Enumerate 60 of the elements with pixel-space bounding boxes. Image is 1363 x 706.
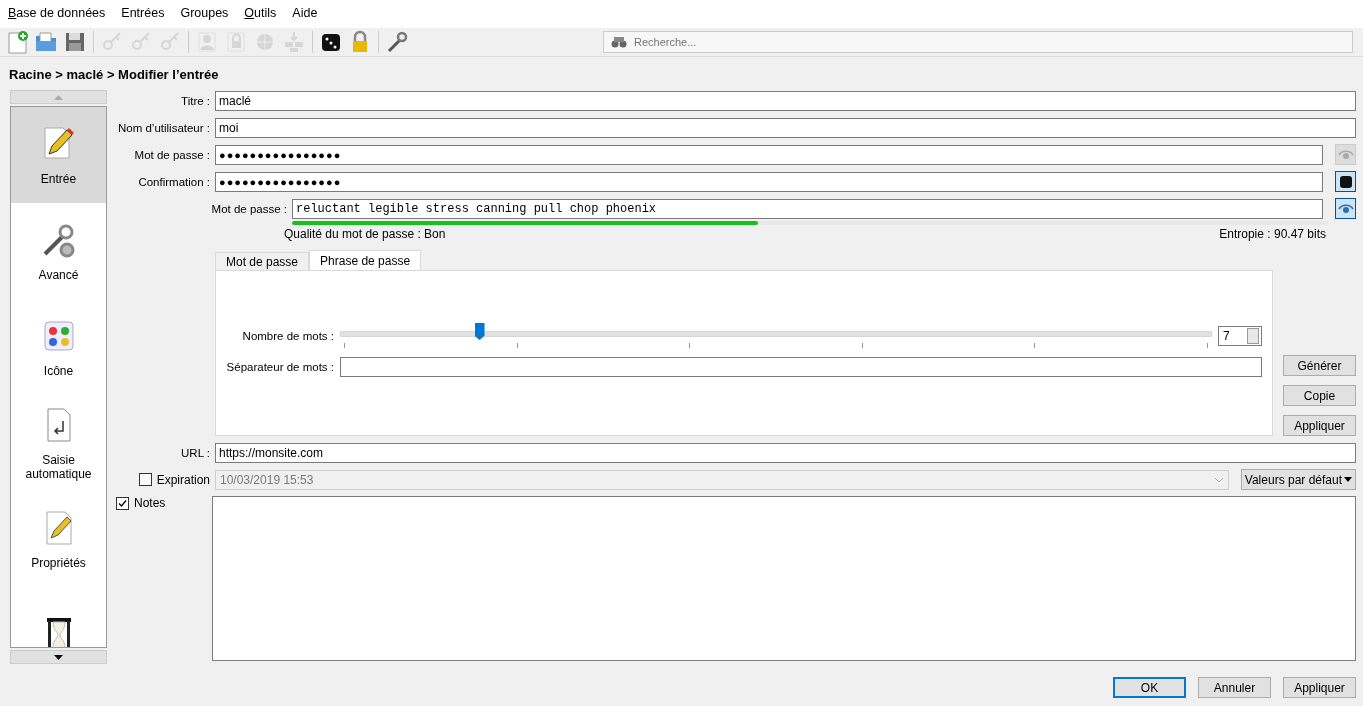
binoculars-icon <box>611 36 627 48</box>
field-label: Nom d’utilisateur : <box>116 121 210 134</box>
passphrase-field[interactable]: reluctant legible stress canning pull chop phoenix <box>292 198 1323 219</box>
tab[interactable]: Mot de passe <box>215 252 310 270</box>
action-button[interactable]: Appliquer <box>1283 415 1356 436</box>
caret-icon <box>1344 477 1352 482</box>
menu-item[interactable]: Groupes <box>180 6 229 24</box>
sidebar-item[interactable]: Icône <box>11 299 106 395</box>
text-field[interactable]: maclé <box>215 90 1356 111</box>
sidebar-item[interactable]: Saisie automatique <box>11 395 106 491</box>
number-field[interactable]: 7 <box>1218 326 1262 346</box>
slider-thumb[interactable] <box>474 323 485 340</box>
menu-item[interactable]: Aide <box>292 6 318 24</box>
date-field[interactable]: 10/03/2019 15:53 <box>215 469 1229 490</box>
field-label: URL : <box>180 446 210 459</box>
sidebar-label: Entrée <box>40 172 77 186</box>
sidebar-label: Saisie automatique <box>24 453 93 481</box>
field-label: Séparateur de mots : <box>226 361 334 373</box>
field-label: Confirmation : <box>137 175 210 188</box>
eye-icon <box>1337 202 1354 215</box>
presets-dropdown[interactable]: Valeurs par défaut <box>1240 469 1356 490</box>
action-button[interactable]: Générer <box>1283 355 1356 376</box>
eye-icon <box>1337 148 1354 161</box>
breadcrumb: Racine > maclé > Modifier l’entrée <box>8 66 220 84</box>
show-password-button[interactable] <box>1335 198 1356 219</box>
tab[interactable]: Phrase de passe <box>309 250 422 270</box>
sidebar-item[interactable]: Avancé <box>11 203 106 299</box>
generate-button[interactable] <box>1335 171 1356 192</box>
menu-item[interactable]: Base de données <box>8 6 106 24</box>
sidebar-label: Propriétés <box>31 556 86 570</box>
up-arrow-icon <box>54 94 63 100</box>
down-arrow-icon <box>54 654 63 660</box>
dialog-button[interactable]: OK <box>1113 677 1186 698</box>
field-label: Titre : <box>180 94 210 107</box>
text-field[interactable]: https://monsite.com <box>215 442 1356 463</box>
search-field[interactable]: Recherche... <box>603 31 1353 53</box>
dice-icon <box>1338 174 1353 189</box>
sidebar-item[interactable]: Entrée <box>11 107 106 203</box>
field-label: Mot de passe : <box>133 148 210 161</box>
separator-field[interactable] <box>340 357 1262 377</box>
text-field[interactable]: moi <box>215 117 1356 138</box>
menu-item[interactable]: Entrées <box>121 6 165 24</box>
menu-item[interactable]: Outils <box>244 6 277 24</box>
notes-field[interactable] <box>212 496 1356 661</box>
field-label: Nombre de mots : <box>241 330 334 342</box>
check-icon <box>118 498 127 508</box>
sidebar-label: Avancé <box>38 268 79 282</box>
expiration-checkbox[interactable]: Expiration <box>138 472 210 487</box>
dialog-button[interactable]: Annuler <box>1198 677 1271 698</box>
entropy-text: Entropie : 90.47 bits <box>1219 227 1326 241</box>
field-label: Mot de passe : <box>210 202 287 215</box>
action-button[interactable]: Copie <box>1283 385 1356 406</box>
password-field[interactable]: ●●●●●●●●●●●●●●●● <box>215 171 1323 192</box>
sidebar-label: Icône <box>43 364 74 378</box>
password-field[interactable]: ●●●●●●●●●●●●●●●● <box>215 144 1323 165</box>
notes-checkbox[interactable]: Notes <box>116 496 166 510</box>
chevron-icon <box>1213 476 1224 483</box>
quality-text: Qualité du mot de passe : Bon <box>284 227 446 241</box>
sidebar-item[interactable]: Propriétés <box>11 491 106 587</box>
dialog-button[interactable]: Appliquer <box>1283 677 1356 698</box>
